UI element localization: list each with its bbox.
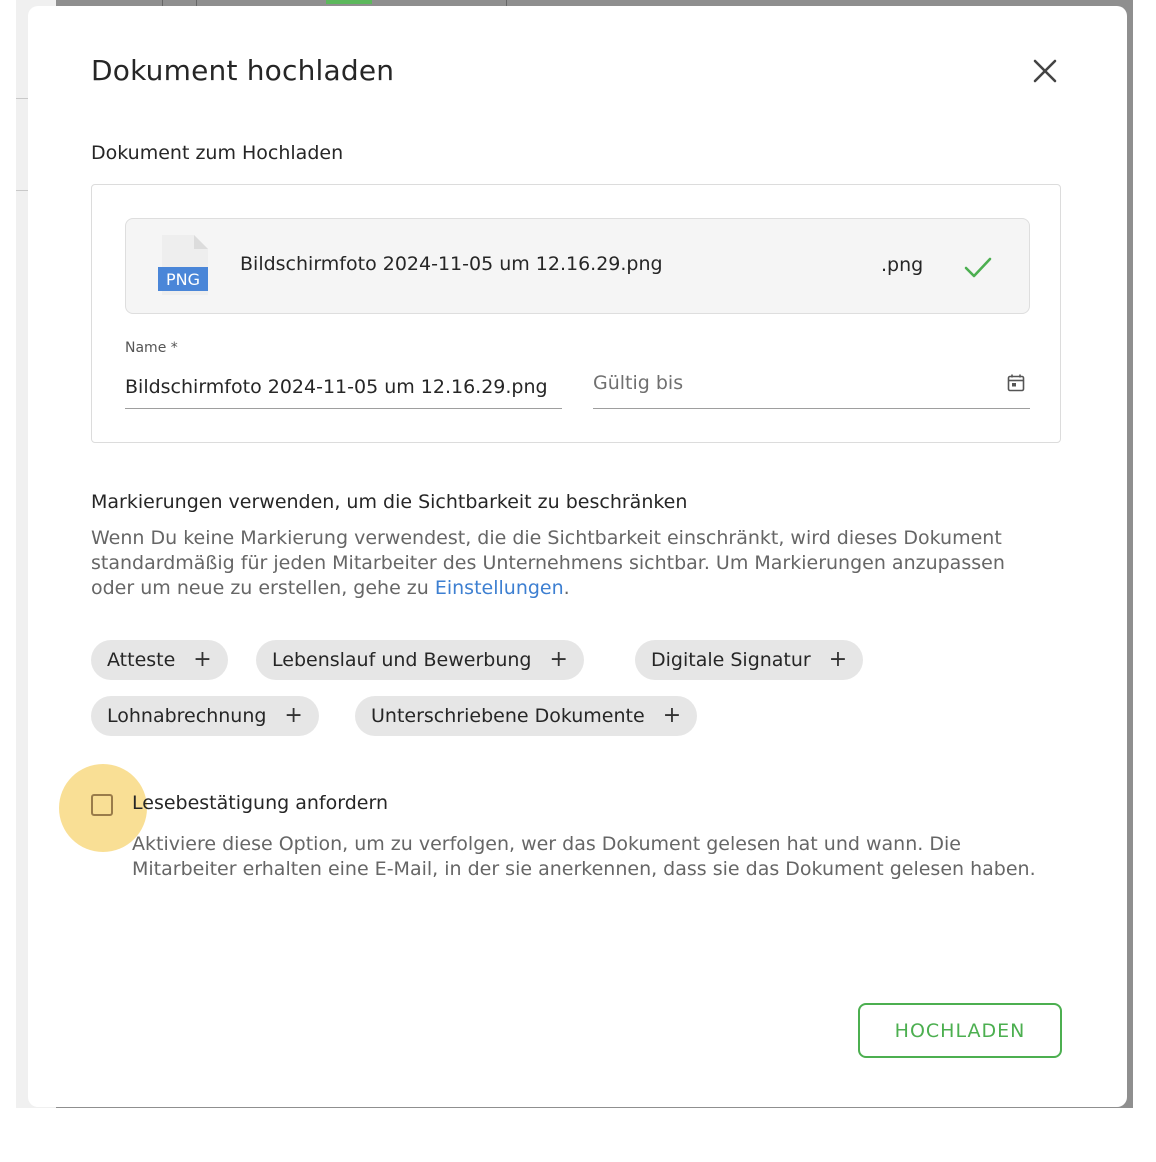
upload-document-dialog: Dokument hochladen Dokument zum Hochlade… (28, 6, 1127, 1107)
name-field-label: Name * (125, 340, 178, 356)
tag-chip-lebenslauf[interactable]: Lebenslauf und Bewerbung + (256, 640, 584, 680)
file-name: Bildschirmfoto 2024-11-05 um 12.16.29.pn… (240, 253, 663, 275)
tag-chip-label: Atteste (107, 649, 176, 671)
close-button[interactable] (1028, 54, 1062, 88)
settings-link[interactable]: Einstellungen (435, 577, 564, 599)
plus-icon: + (284, 703, 303, 728)
plus-icon: + (549, 647, 568, 672)
dialog-title: Dokument hochladen (91, 54, 395, 87)
close-icon (1033, 59, 1057, 83)
tag-chip-lohnabrechnung[interactable]: Lohnabrechnung + (91, 696, 319, 736)
valid-until-field[interactable]: Gültig bis (593, 365, 1030, 409)
read-receipt-label[interactable]: Lesebestätigung anfordern (132, 792, 388, 814)
read-receipt-description: Aktiviere diese Option, um zu verfolgen,… (132, 833, 1036, 880)
calendar-icon[interactable] (1006, 373, 1026, 393)
tags-description: Wenn Du keine Markierung verwendest, die… (91, 526, 1051, 601)
upload-button[interactable]: HOCHLADEN (858, 1003, 1062, 1058)
background-active-tab (326, 0, 372, 4)
tag-chip-digitale-signatur[interactable]: Digitale Signatur + (635, 640, 864, 680)
tag-chip-label: Lebenslauf und Bewerbung (272, 649, 532, 671)
valid-until-placeholder: Gültig bis (593, 372, 684, 394)
file-extension: .png (881, 254, 924, 276)
tags-heading: Markierungen verwenden, um die Sichtbark… (91, 491, 688, 513)
upload-section-label: Dokument zum Hochladen (91, 142, 344, 164)
tag-chip-atteste[interactable]: Atteste + (91, 640, 228, 680)
tag-chip-unterschriebene-dokumente[interactable]: Unterschriebene Dokumente + (355, 696, 698, 736)
png-file-icon-label: PNG (166, 270, 200, 289)
name-input[interactable] (125, 365, 562, 409)
tag-chip-label: Digitale Signatur (651, 649, 811, 671)
read-receipt-checkbox[interactable] (91, 794, 113, 816)
uploaded-file-card: PNG Bildschirmfoto 2024-11-05 um 12.16.2… (125, 218, 1030, 314)
plus-icon: + (193, 647, 212, 672)
tag-chip-label: Unterschriebene Dokumente (371, 705, 645, 727)
upload-box: PNG Bildschirmfoto 2024-11-05 um 12.16.2… (91, 184, 1061, 443)
tag-chip-label: Lohnabrechnung (107, 705, 267, 727)
plus-icon: + (662, 703, 682, 728)
tags-description-end: . (563, 577, 570, 599)
png-file-icon: PNG (158, 235, 208, 295)
check-icon (964, 257, 992, 278)
plus-icon: + (828, 647, 848, 672)
